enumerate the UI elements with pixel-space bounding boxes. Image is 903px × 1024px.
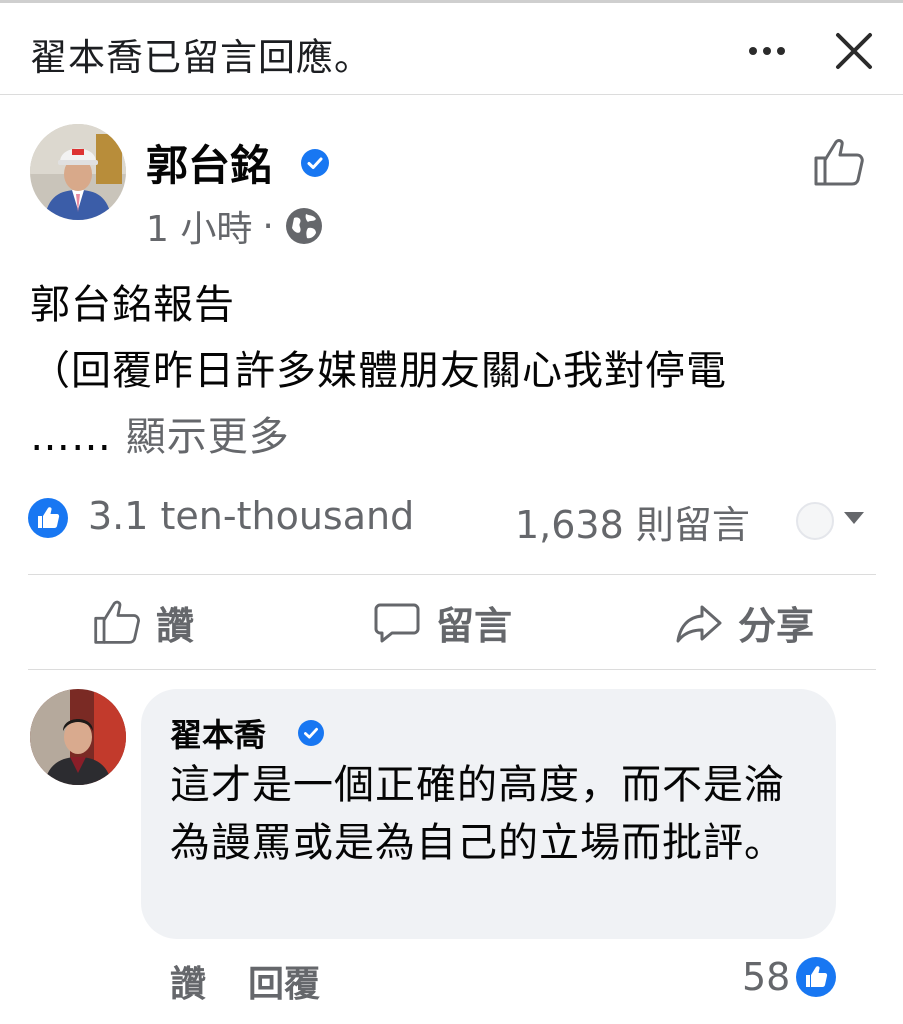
commenter-avatar[interactable] [30, 689, 126, 785]
meta-separator: · [262, 205, 274, 247]
comment-reactions[interactable]: 58 [742, 955, 837, 999]
more-options-button[interactable] [743, 31, 791, 71]
post-action-bar: 讚 留言 分享 [28, 575, 876, 669]
post-body-line: 郭台銘報告 [30, 282, 235, 328]
viewer-avatar[interactable] [796, 502, 834, 540]
see-more-link[interactable]: 顯示更多 [126, 414, 290, 460]
post-body-line: （回覆昨日許多媒體朋友關心我對停電 [30, 348, 727, 394]
verified-badge-icon [301, 149, 329, 177]
share-button[interactable]: 分享 [674, 575, 814, 669]
like-reaction-icon[interactable] [28, 498, 68, 538]
share-button-label: 分享 [738, 603, 815, 648]
globe-icon [285, 208, 322, 244]
comment-button[interactable]: 留言 [372, 575, 512, 669]
post-stats: 3.1 ten-thousand 1,638 則留言 [28, 494, 876, 548]
more-dot [763, 47, 771, 55]
comment-count[interactable]: 1,638 則留言 [515, 494, 750, 549]
comment-reply-button[interactable]: 回覆 [248, 955, 320, 1007]
comment-text: 這才是一個正確的高度，而不是淪為謾罵或是為自己的立場而批評。 [170, 762, 785, 866]
like-reaction-icon [796, 957, 837, 997]
like-count[interactable]: 3.1 ten-thousand [88, 494, 414, 538]
post-time[interactable]: 1 小時 [146, 200, 252, 252]
post-body: 郭台銘報告 （回覆昨日許多媒體朋友關心我對停電 …… 顯示更多 [30, 272, 727, 470]
divider [28, 669, 876, 670]
like-button[interactable]: 讚 [92, 575, 194, 669]
chevron-down-icon[interactable] [844, 512, 864, 524]
commenter-name[interactable]: 翟本喬 [170, 710, 266, 756]
ellipsis: …… [30, 414, 112, 460]
comment-bubble-icon [374, 603, 420, 643]
notification-title: 翟本喬已留言回應。 [30, 36, 372, 79]
verified-badge-icon [298, 720, 324, 746]
like-outline-icon [94, 600, 140, 644]
post-author-name[interactable]: 郭台銘 [146, 132, 272, 193]
close-icon[interactable] [830, 27, 878, 75]
like-outline-icon[interactable] [812, 136, 866, 188]
post-meta: 1 小時 · [146, 200, 324, 252]
top-bar: 翟本喬已留言回應。 [0, 0, 903, 95]
more-dot [749, 47, 757, 55]
comment-reaction-count: 58 [742, 955, 791, 999]
comment-like-button[interactable]: 讚 [170, 955, 206, 1007]
post-author-avatar[interactable] [30, 124, 126, 220]
post-body-truncation: …… 顯示更多 [30, 404, 727, 470]
comment-actions: 讚 回覆 [170, 955, 320, 1007]
more-dot [777, 47, 785, 55]
share-arrow-icon [676, 605, 722, 643]
comment-button-label: 留言 [436, 603, 513, 648]
like-button-label: 讚 [156, 603, 195, 648]
